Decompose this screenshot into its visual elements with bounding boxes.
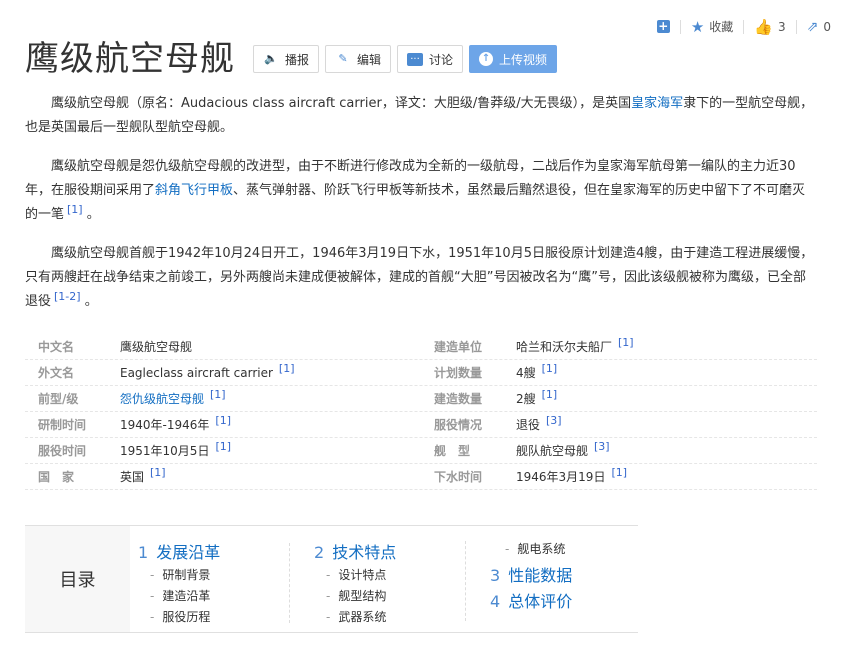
like-count: 3 (777, 19, 786, 34)
info-value: 4艘 [1] (516, 362, 558, 380)
discuss-label: 讨论 (429, 52, 454, 67)
info-key: 前型/级 (38, 392, 79, 406)
toc-subsection-link[interactable]: - 设计特点 (314, 565, 396, 586)
info-key: 研制时间 (38, 418, 87, 432)
divider (679, 19, 681, 34)
upload-label: 上传视频 (499, 52, 548, 67)
chat-icon: ··· (407, 52, 424, 66)
thumbs-up-icon: 👍 (754, 17, 773, 36)
angled-deck-link[interactable]: 斜角飞行甲板 (155, 183, 233, 198)
toc-subsection-link[interactable]: - 服役历程 (138, 607, 220, 628)
text: 。 (82, 207, 100, 222)
reference-link[interactable]: [1] (150, 466, 166, 479)
reference-link[interactable]: [3] (594, 440, 610, 453)
text: 鹰级航空母舰（原名：Audacious class aircraft carri… (51, 96, 632, 111)
toc-section-link[interactable]: 4 总体评价 (490, 590, 572, 614)
play-button[interactable]: 🔈 播报 (253, 45, 320, 73)
toc-section-link[interactable]: 2 技术特点 (314, 541, 396, 565)
summary-paragraph-3: 鹰级航空母舰首舰于1942年10月24日开工，1946年3月19日下水，1951… (25, 242, 817, 314)
discuss-button[interactable]: ··· 讨论 (397, 45, 464, 73)
reference-link[interactable]: [1-2] (54, 290, 81, 303)
info-row: 中文名 鹰级航空母舰 建造单位 哈兰和沃尔夫船厂 [1] (25, 334, 817, 360)
play-label: 播报 (285, 52, 310, 67)
info-value: 退役 [3] (516, 414, 562, 432)
toc-column: 2 技术特点 - 设计特点 - 舰型结构 - 武器系统 (288, 541, 396, 628)
toc-subsection-link[interactable]: - 研制背景 (138, 565, 220, 586)
info-row: 前型/级 怨仇级航空母舰 [1] 建造数量 2艘 [1] (25, 386, 817, 412)
toc-subsection-link[interactable]: - 舰电系统 (490, 539, 572, 560)
upload-icon: ↑ (479, 52, 494, 66)
info-key: 中文名 (38, 340, 75, 354)
add-button[interactable]: + (656, 19, 670, 33)
royal-navy-link[interactable]: 皇家海军 (631, 96, 683, 111)
collect-label: 收藏 (709, 20, 734, 34)
reference-link[interactable]: [1] (215, 440, 231, 453)
page-title: 鹰级航空母舰 (25, 39, 235, 79)
share-count: 0 (823, 19, 831, 34)
reference-link[interactable]: [1] (210, 388, 226, 401)
info-key: 外文名 (38, 366, 75, 380)
info-key: 建造数量 (434, 392, 483, 406)
info-key: 服役时间 (38, 444, 87, 458)
toc-subsection-link[interactable]: - 舰型结构 (314, 586, 396, 607)
summary-paragraph-2: 鹰级航空母舰是怨仇级航空母舰的改进型，由于不断进行修改成为全新的一级航母，二战后… (25, 155, 817, 227)
reference-link[interactable]: [1] (542, 388, 558, 401)
reference-link[interactable]: [1] (215, 414, 231, 427)
collect-button[interactable]: ★ 收藏 (691, 18, 733, 35)
action-bar: + ★ 收藏 👍 3 ⇗ 0 (656, 17, 831, 36)
info-value: 1940年-1946年 [1] (120, 414, 232, 432)
upload-video-button[interactable]: ↑ 上传视频 (469, 45, 558, 73)
reference-link[interactable]: [1] (618, 336, 634, 349)
info-row: 国 家 英国 [1] 下水时间 1946年3月19日 [1] (25, 464, 817, 490)
share-button[interactable]: ⇗ 0 (807, 20, 831, 34)
toc-column: 1 发展沿革 - 研制背景 - 建造沿革 - 服役历程 (138, 541, 220, 628)
basic-info-table: 中文名 鹰级航空母舰 建造单位 哈兰和沃尔夫船厂 [1] 外文名 Eagleclass … (25, 334, 817, 490)
toc-section-link[interactable]: 1 发展沿革 (138, 541, 220, 565)
reference-link[interactable]: [1] (542, 362, 558, 375)
info-key: 国 家 (38, 470, 75, 484)
edit-button[interactable]: ✎ 编辑 (325, 45, 392, 73)
summary-paragraph-1: 鹰级航空母舰（原名：Audacious class aircraft carri… (25, 92, 817, 140)
plus-icon: + (656, 19, 670, 33)
predecessor-class-link[interactable]: 怨仇级航空母舰 (120, 392, 204, 406)
info-key: 下水时间 (434, 470, 483, 484)
info-key: 服役情况 (434, 418, 483, 432)
star-icon: ★ (690, 17, 705, 36)
reference-link[interactable]: [1] (67, 203, 83, 216)
info-row: 研制时间 1940年-1946年 [1] 服役情况 退役 [3] (25, 412, 817, 438)
info-value: 英国 [1] (120, 466, 166, 484)
info-row: 服役时间 1951年10月5日 [1] 舰 型 舰队航空母舰 [3] (25, 438, 817, 464)
info-value: 2艘 [1] (516, 388, 558, 406)
info-value: 舰队航空母舰 [3] (516, 440, 610, 458)
info-value: 鹰级航空母舰 (120, 340, 193, 354)
speaker-icon: 🔈 (264, 52, 278, 65)
title-row: 鹰级航空母舰 🔈 播报 ✎ 编辑 ··· 讨论 ↑ 上传视频 (25, 38, 558, 80)
edit-label: 编辑 (357, 52, 382, 67)
info-value: Eagleclass aircraft carrier [1] (120, 361, 295, 380)
toc-label: 目录 (25, 526, 130, 632)
info-value: 1951年10月5日 [1] (120, 440, 232, 458)
info-key: 舰 型 (434, 444, 471, 458)
pencil-icon: ✎ (338, 52, 348, 65)
share-icon: ⇗ (806, 18, 819, 35)
reference-link[interactable]: [3] (546, 414, 562, 427)
reference-link[interactable]: [1] (279, 362, 295, 375)
toc-subsection-link[interactable]: - 建造沿革 (138, 586, 220, 607)
toc-column: - 舰电系统 3 性能数据 4 总体评价 (464, 539, 572, 621)
toc-section-link[interactable]: 3 性能数据 (490, 564, 572, 588)
info-row: 外文名 Eagleclass aircraft carrier [1] 计划数量 4艘… (25, 360, 817, 386)
like-button[interactable]: 👍 3 (754, 17, 786, 36)
table-of-contents: 目录 1 发展沿革 - 研制背景 - 建造沿革 - 服役历程 2 技术特点 - 设计特点 -… (25, 525, 638, 633)
reference-link[interactable]: [1] (611, 466, 627, 479)
text: 鹰级航空母舰首舰于1942年10月24日开工，1946年3月19日下水，1951… (25, 246, 814, 309)
divider (743, 19, 745, 34)
text: 。 (80, 294, 98, 309)
info-key: 计划数量 (434, 366, 483, 380)
info-key: 建造单位 (434, 340, 483, 354)
toc-subsection-link[interactable]: - 武器系统 (314, 607, 396, 628)
info-value: 怨仇级航空母舰 [1] (120, 388, 226, 407)
info-value: 哈兰和沃尔夫船厂 [1] (516, 336, 634, 354)
info-value: 1946年3月19日 [1] (516, 466, 628, 484)
divider (795, 19, 797, 34)
